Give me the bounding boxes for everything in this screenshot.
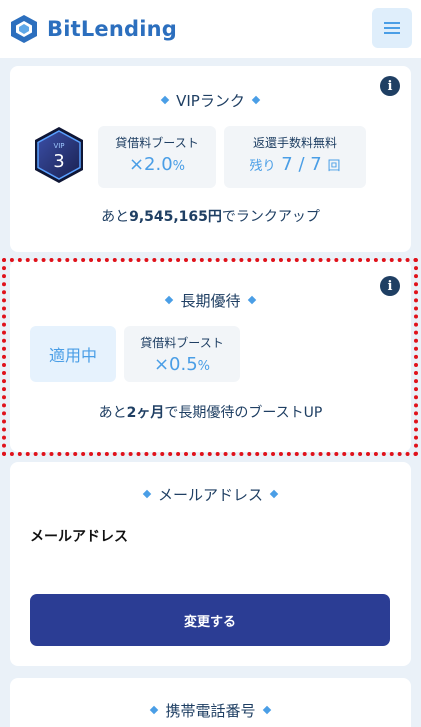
diamond-icon: [262, 705, 271, 715]
vip-fee-box: 返還手数料無料 残り 7 / 7 回: [224, 126, 366, 188]
highlight-border: [2, 258, 418, 456]
diamond-icon: [150, 705, 159, 715]
diamond-icon: [251, 95, 261, 105]
diamond-icon: [160, 95, 170, 105]
phone-card: 携帯電話番号: [10, 678, 411, 727]
logo-text: BitLending: [47, 17, 178, 41]
vip-rankup-text: あと9,545,165円でランクアップ: [101, 209, 320, 225]
email-field-label: メールアドレス: [30, 529, 128, 545]
diamond-icon: [142, 489, 152, 499]
email-title: メールアドレス: [10, 484, 411, 505]
logo[interactable]: BitLending: [9, 14, 177, 44]
vip-boost-box: 貸借料ブースト ×2.0%: [98, 126, 216, 188]
phone-title: 携帯電話番号: [10, 700, 411, 721]
change-email-button[interactable]: 変更する: [30, 594, 390, 646]
vip-rank-card: i VIPランク VIP 3 貸借料ブースト ×2.0% 返還手数料無料 残り …: [10, 66, 411, 252]
hamburger-icon: [384, 22, 400, 34]
diamond-icon: [269, 489, 279, 499]
vip-badge-icon: VIP 3: [35, 127, 83, 183]
menu-button[interactable]: [372, 8, 412, 48]
app-header: BitLending: [0, 0, 421, 58]
svg-text:3: 3: [53, 151, 64, 172]
svg-text:VIP: VIP: [53, 142, 64, 150]
logo-mark-icon: [11, 15, 37, 43]
vip-rank-title: VIPランク: [10, 90, 411, 111]
email-card: メールアドレス メールアドレス 変更する: [10, 462, 411, 666]
